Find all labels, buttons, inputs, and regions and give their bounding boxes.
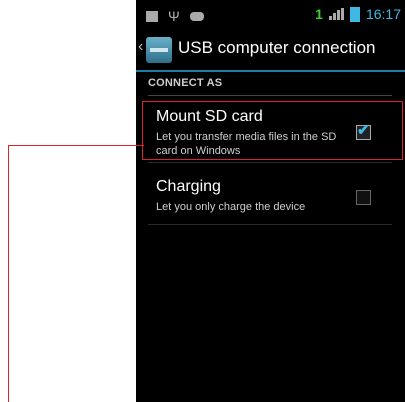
pref-summary: Let you only charge the device	[156, 201, 306, 213]
list-divider	[148, 224, 392, 225]
category-header: CONNECT AS	[148, 77, 223, 89]
callout-line-vertical	[8, 145, 9, 402]
phone-screen: Ψ 1 16:17 ‹ USB computer connection CONN…	[136, 0, 405, 402]
charging-checkbox[interactable]	[356, 190, 371, 205]
back-chevron-icon[interactable]: ‹	[138, 38, 143, 56]
usb-settings-icon[interactable]	[146, 37, 172, 63]
pref-title: Charging	[156, 178, 221, 195]
action-bar: ‹ USB computer connection	[136, 30, 405, 72]
usb-icon: Ψ	[168, 8, 180, 24]
category-divider	[148, 95, 392, 96]
callout-highlight-box	[142, 101, 403, 160]
notification-count: 1	[315, 6, 323, 22]
network-signal-icon	[328, 8, 344, 20]
list-divider	[148, 162, 392, 163]
status-bar-system: 1 16:17	[315, 6, 401, 22]
status-bar: Ψ 1 16:17	[136, 0, 405, 30]
status-bar-notifications: Ψ	[146, 8, 204, 24]
battery-icon	[349, 6, 360, 22]
status-bar-time: 16:17	[365, 6, 401, 22]
page-title: USB computer connection	[178, 38, 376, 57]
screenshot-icon	[146, 10, 158, 22]
android-icon	[189, 11, 204, 21]
pref-charging[interactable]: Charging Let you only charge the device	[136, 170, 405, 222]
callout-line-horizontal	[8, 145, 144, 146]
